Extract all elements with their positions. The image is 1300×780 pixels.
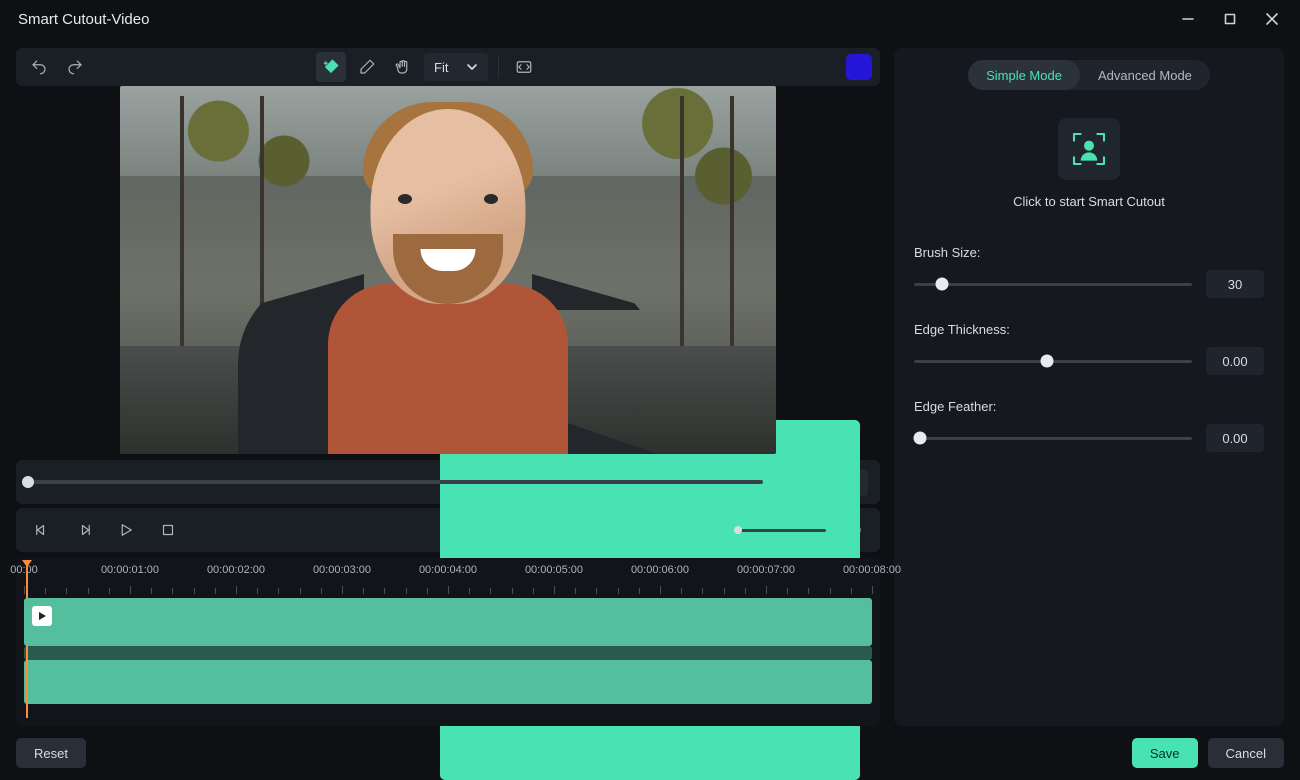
zoom-fit-select[interactable]: Fit [424,53,488,81]
properties-panel: Simple Mode Advanced Mode Click to start… [894,48,1284,726]
video-preview[interactable] [120,86,776,454]
step-back-button[interactable] [28,516,56,544]
scrubber-track[interactable] [28,480,763,484]
brush-size-thumb[interactable] [935,278,948,291]
edge-feather-control: Edge Feather: 0.00 [914,399,1264,452]
step-forward-button[interactable] [70,516,98,544]
ruler-label: 00:00:03:00 [313,564,371,576]
window-close-button[interactable] [1252,4,1292,34]
ruler-label: 00:00:07:00 [737,564,795,576]
ruler-label: 00:00:02:00 [207,564,265,576]
ruler-label: 00:00:06:00 [631,564,689,576]
editor-panel: Fit [16,48,880,726]
start-cutout-tile[interactable] [1058,118,1120,180]
brush-size-value[interactable]: 30 [1206,270,1264,298]
play-button[interactable] [112,516,140,544]
edge-feather-slider[interactable] [914,437,1192,440]
clip-play-icon [32,606,52,626]
foreground-color-swatch[interactable] [846,54,872,80]
edge-feather-thumb[interactable] [913,432,926,445]
brush-size-slider[interactable] [914,283,1192,286]
timeline-gap [24,646,872,660]
pan-hand-button[interactable] [388,52,418,82]
window-title: Smart Cutout-Video [18,11,1168,28]
cutout-person-icon [1069,129,1109,169]
ruler-label: 00:00:05:00 [525,564,583,576]
cutout-hint-text: Click to start Smart Cutout [914,194,1264,209]
stop-button[interactable] [154,516,182,544]
chevron-down-icon [466,61,478,73]
compare-toggle-button[interactable] [509,52,539,82]
editor-toolbar: Fit [16,48,880,86]
ruler-label: 00:00:08:00 [843,564,901,576]
redo-button[interactable] [60,52,90,82]
window-minimize-button[interactable] [1168,4,1208,34]
edge-feather-label: Edge Feather: [914,399,1264,414]
separator [498,56,499,78]
undo-button[interactable] [24,52,54,82]
mode-simple-tab[interactable]: Simple Mode [968,60,1080,90]
edge-thickness-control: Edge Thickness: 0.00 [914,322,1264,375]
edge-feather-value[interactable]: 0.00 [1206,424,1264,452]
zoom-slider[interactable] [736,529,826,532]
edge-thickness-thumb[interactable] [1041,355,1054,368]
window-maximize-button[interactable] [1210,4,1250,34]
ruler-label: 00:00:01:00 [101,564,159,576]
reset-button[interactable]: Reset [16,738,86,768]
brush-add-button[interactable] [316,52,346,82]
timeline-audio-track[interactable] [24,660,872,704]
scrubber-thumb[interactable] [22,476,34,488]
save-button[interactable]: Save [1132,738,1198,768]
ruler-label: 00:00:04:00 [419,564,477,576]
zoom-slider-thumb[interactable] [734,526,742,534]
timeline-ruler[interactable]: 00:0000:00:01:0000:00:02:0000:00:03:0000… [24,564,872,594]
timeline-video-track[interactable] [24,598,872,646]
titlebar: Smart Cutout-Video [0,0,1300,38]
preview-area [16,86,880,454]
eraser-button[interactable] [352,52,382,82]
brush-size-label: Brush Size: [914,245,1264,260]
mode-toggle: Simple Mode Advanced Mode [968,60,1210,90]
edge-thickness-label: Edge Thickness: [914,322,1264,337]
cancel-button[interactable]: Cancel [1208,738,1284,768]
edge-thickness-slider[interactable] [914,360,1192,363]
mode-advanced-tab[interactable]: Advanced Mode [1080,60,1210,90]
edge-thickness-value[interactable]: 0.00 [1206,347,1264,375]
timeline[interactable]: 00:0000:00:01:0000:00:02:0000:00:03:0000… [16,558,880,726]
zoom-fit-label: Fit [434,60,448,75]
brush-size-control: Brush Size: 30 [914,245,1264,298]
